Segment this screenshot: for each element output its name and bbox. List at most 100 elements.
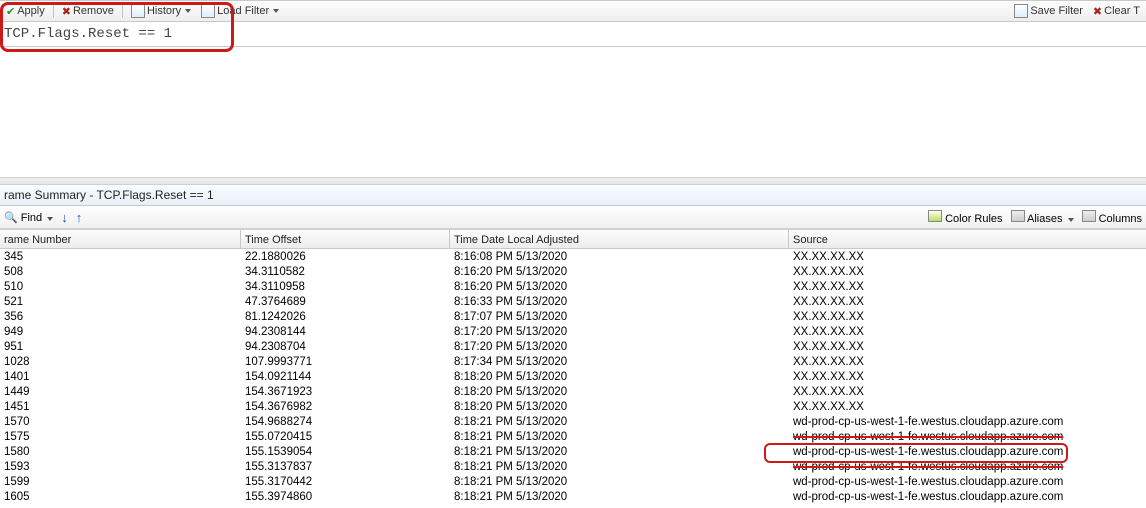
cell-frame-number: 1593 bbox=[0, 459, 241, 474]
table-row[interactable]: 34522.18800268:16:08 PM 5/13/2020XX.XX.X… bbox=[0, 249, 1146, 264]
load-filter-icon bbox=[201, 4, 215, 18]
table-row[interactable]: 94994.23081448:17:20 PM 5/13/2020XX.XX.X… bbox=[0, 324, 1146, 339]
columns-icon bbox=[1082, 210, 1096, 222]
find-next-button[interactable]: ↓ bbox=[61, 210, 68, 225]
table-row[interactable]: 51034.31109588:16:20 PM 5/13/2020XX.XX.X… bbox=[0, 279, 1146, 294]
separator bbox=[53, 4, 54, 18]
cell-frame-number: 1580 bbox=[0, 444, 241, 459]
cell-source: wd-prod-cp-us-west-1-fe.westus.cloudapp.… bbox=[789, 489, 1146, 504]
table-row[interactable]: 1605155.39748608:18:21 PM 5/13/2020wd-pr… bbox=[0, 489, 1146, 504]
history-label: History bbox=[147, 5, 181, 17]
cell-frame-number: 1575 bbox=[0, 429, 241, 444]
table-row[interactable]: 1593155.31378378:18:21 PM 5/13/2020wd-pr… bbox=[0, 459, 1146, 474]
chevron-down-icon bbox=[273, 9, 279, 13]
cell-frame-number: 521 bbox=[0, 294, 241, 309]
cell-time-offset: 155.1539054 bbox=[241, 444, 450, 459]
table-row[interactable]: 1599155.31704428:18:21 PM 5/13/2020wd-pr… bbox=[0, 474, 1146, 489]
cell-time-local: 8:18:21 PM 5/13/2020 bbox=[450, 414, 789, 429]
cell-time-local: 8:16:20 PM 5/13/2020 bbox=[450, 264, 789, 279]
cell-frame-number: 1401 bbox=[0, 369, 241, 384]
clear-text-button[interactable]: ✖ Clear T bbox=[1091, 5, 1142, 18]
cell-time-local: 8:18:21 PM 5/13/2020 bbox=[450, 459, 789, 474]
find-label: Find bbox=[21, 212, 42, 224]
cell-time-offset: 154.9688274 bbox=[241, 414, 450, 429]
find-icon: 🔍 bbox=[4, 212, 18, 224]
cell-time-local: 8:17:07 PM 5/13/2020 bbox=[450, 309, 789, 324]
cell-frame-number: 951 bbox=[0, 339, 241, 354]
cell-time-local: 8:18:20 PM 5/13/2020 bbox=[450, 384, 789, 399]
cell-frame-number: 510 bbox=[0, 279, 241, 294]
filter-expression-input[interactable] bbox=[0, 24, 408, 44]
table-row[interactable]: 50834.31105828:16:20 PM 5/13/2020XX.XX.X… bbox=[0, 264, 1146, 279]
load-filter-dropdown[interactable]: Load Filter bbox=[199, 4, 281, 18]
cell-source: XX.XX.XX.XX bbox=[789, 264, 1146, 279]
horizontal-splitter[interactable] bbox=[0, 177, 1146, 185]
cell-frame-number: 1599 bbox=[0, 474, 241, 489]
table-row[interactable]: 1451154.36769828:18:20 PM 5/13/2020XX.XX… bbox=[0, 399, 1146, 414]
cell-source: XX.XX.XX.XX bbox=[789, 339, 1146, 354]
table-row[interactable]: 1580155.15390548:18:21 PM 5/13/2020wd-pr… bbox=[0, 444, 1146, 459]
cell-time-local: 8:18:20 PM 5/13/2020 bbox=[450, 399, 789, 414]
find-dropdown[interactable]: 🔍 Find bbox=[4, 211, 53, 224]
table-row[interactable]: 52147.37646898:16:33 PM 5/13/2020XX.XX.X… bbox=[0, 294, 1146, 309]
columns-dropdown[interactable]: Columns bbox=[1082, 210, 1142, 225]
load-filter-label: Load Filter bbox=[217, 5, 269, 17]
cell-source: wd-prod-cp-us-west-1-fe.westus.cloudapp.… bbox=[789, 444, 1146, 459]
remove-label: Remove bbox=[73, 5, 114, 17]
filter-edit-pane[interactable] bbox=[0, 47, 1146, 177]
cell-source: XX.XX.XX.XX bbox=[789, 324, 1146, 339]
filter-toolbar: ✔ Apply ✖ Remove History Load Filter bbox=[0, 0, 1146, 22]
summary-title-bar: rame Summary - TCP.Flags.Reset == 1 bbox=[0, 185, 1146, 206]
table-row[interactable]: 95194.23087048:17:20 PM 5/13/2020XX.XX.X… bbox=[0, 339, 1146, 354]
cell-time-offset: 107.9993771 bbox=[241, 354, 450, 369]
history-dropdown[interactable]: History bbox=[129, 4, 193, 18]
col-header-source[interactable]: Source bbox=[789, 230, 1146, 248]
clear-text-label: Clear T bbox=[1104, 5, 1140, 17]
grid-body[interactable]: 34522.18800268:16:08 PM 5/13/2020XX.XX.X… bbox=[0, 249, 1146, 504]
cell-frame-number: 1570 bbox=[0, 414, 241, 429]
summary-toolbar: 🔍 Find ↓ ↑ Color Rules Aliases Columns bbox=[0, 206, 1146, 229]
columns-label: Columns bbox=[1099, 213, 1142, 225]
color-rules-button[interactable]: Color Rules bbox=[928, 210, 1003, 225]
table-row[interactable]: 1401154.09211448:18:20 PM 5/13/2020XX.XX… bbox=[0, 369, 1146, 384]
table-row[interactable]: 1570154.96882748:18:21 PM 5/13/2020wd-pr… bbox=[0, 414, 1146, 429]
find-prev-button[interactable]: ↑ bbox=[76, 210, 83, 225]
table-row[interactable]: 1575155.07204158:18:21 PM 5/13/2020wd-pr… bbox=[0, 429, 1146, 444]
cell-frame-number: 508 bbox=[0, 264, 241, 279]
history-icon bbox=[131, 4, 145, 18]
table-row[interactable]: 1449154.36719238:18:20 PM 5/13/2020XX.XX… bbox=[0, 384, 1146, 399]
table-row[interactable]: 1028107.99937718:17:34 PM 5/13/2020XX.XX… bbox=[0, 354, 1146, 369]
cell-time-local: 8:18:21 PM 5/13/2020 bbox=[450, 489, 789, 504]
cell-time-offset: 94.2308704 bbox=[241, 339, 450, 354]
aliases-icon bbox=[1011, 210, 1025, 222]
apply-button[interactable]: ✔ Apply bbox=[4, 5, 47, 18]
table-row[interactable]: 35681.12420268:17:07 PM 5/13/2020XX.XX.X… bbox=[0, 309, 1146, 324]
cell-source: wd-prod-cp-us-west-1-fe.westus.cloudapp.… bbox=[789, 429, 1146, 444]
cell-frame-number: 1028 bbox=[0, 354, 241, 369]
cell-source: XX.XX.XX.XX bbox=[789, 354, 1146, 369]
filter-row bbox=[0, 22, 1146, 47]
check-icon: ✔ bbox=[6, 5, 15, 18]
remove-button[interactable]: ✖ Remove bbox=[60, 5, 116, 18]
x-icon: ✖ bbox=[62, 5, 71, 18]
cell-frame-number: 345 bbox=[0, 249, 241, 264]
cell-source: XX.XX.XX.XX bbox=[789, 249, 1146, 264]
cell-time-offset: 154.0921144 bbox=[241, 369, 450, 384]
cell-time-local: 8:17:20 PM 5/13/2020 bbox=[450, 324, 789, 339]
cell-time-offset: 94.2308144 bbox=[241, 324, 450, 339]
chevron-down-icon bbox=[47, 217, 53, 221]
col-header-offset[interactable]: Time Offset bbox=[241, 230, 450, 248]
cell-time-local: 8:16:08 PM 5/13/2020 bbox=[450, 249, 789, 264]
save-filter-button[interactable]: Save Filter bbox=[1012, 4, 1085, 18]
cell-time-local: 8:17:20 PM 5/13/2020 bbox=[450, 339, 789, 354]
cell-time-local: 8:18:21 PM 5/13/2020 bbox=[450, 474, 789, 489]
cell-time-offset: 154.3676982 bbox=[241, 399, 450, 414]
cell-time-offset: 34.3110958 bbox=[241, 279, 450, 294]
cell-source: XX.XX.XX.XX bbox=[789, 294, 1146, 309]
cell-frame-number: 1449 bbox=[0, 384, 241, 399]
grid-header: rame Number Time Offset Time Date Local … bbox=[0, 229, 1146, 249]
aliases-dropdown[interactable]: Aliases bbox=[1011, 210, 1074, 225]
cell-time-local: 8:17:34 PM 5/13/2020 bbox=[450, 354, 789, 369]
col-header-frame[interactable]: rame Number bbox=[0, 230, 241, 248]
col-header-time[interactable]: Time Date Local Adjusted bbox=[450, 230, 789, 248]
